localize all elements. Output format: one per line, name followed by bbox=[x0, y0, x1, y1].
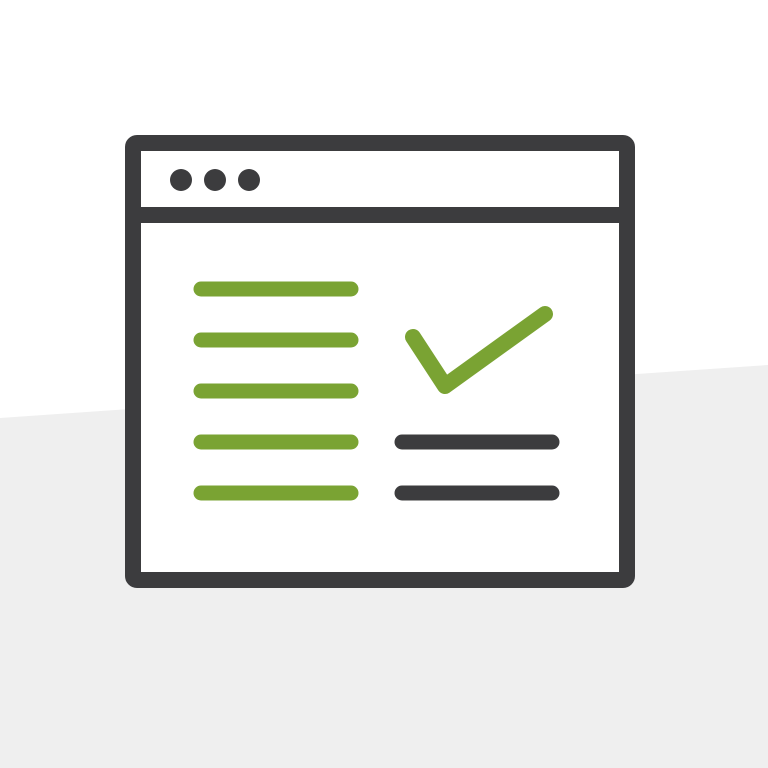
browser-window-checklist-icon bbox=[0, 135, 768, 768]
window-control-dot bbox=[170, 169, 192, 191]
window-control-dots-icon bbox=[170, 169, 260, 191]
illustration-stage bbox=[0, 0, 768, 768]
window-control-dot bbox=[238, 169, 260, 191]
browser-window bbox=[125, 135, 635, 588]
window-control-dot bbox=[204, 169, 226, 191]
